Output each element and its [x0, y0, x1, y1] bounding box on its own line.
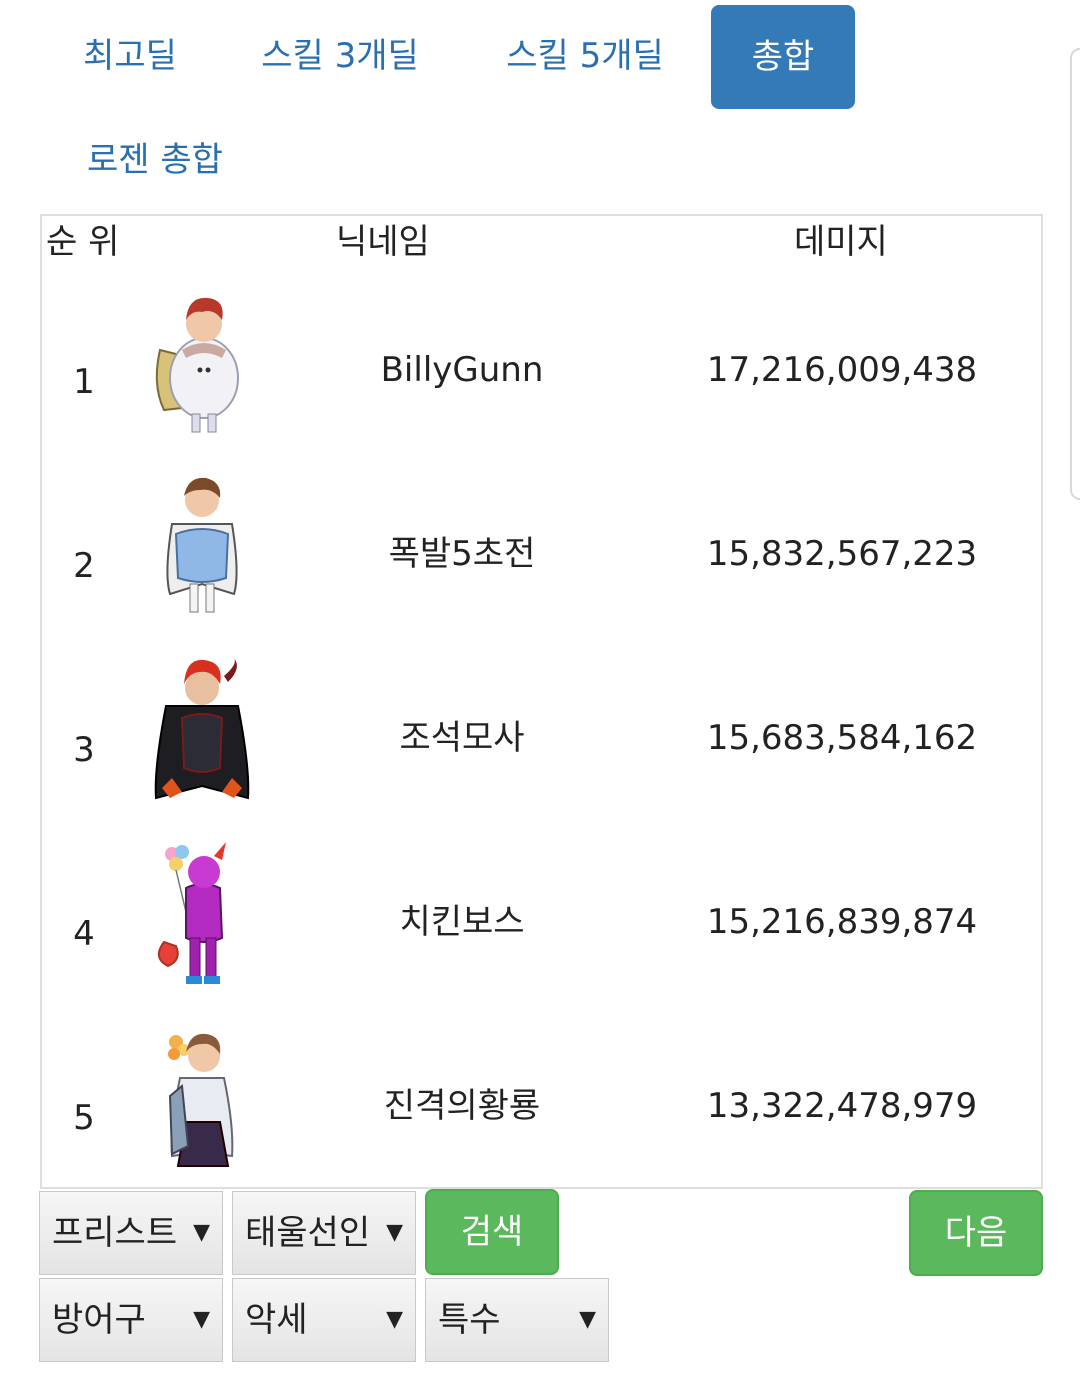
chevron-down-icon: ▼ [193, 1220, 210, 1245]
armor-select[interactable]: 방어구 ▼ [39, 1278, 223, 1362]
rank-cell: 5 [73, 1098, 95, 1138]
accessory-select-value: 악세 [245, 1300, 308, 1340]
nickname-cell: 치킨보스 [399, 902, 525, 942]
nickname-cell: 폭발5초전 [388, 534, 536, 574]
class-select[interactable]: 프리스트 ▼ [39, 1191, 223, 1275]
chevron-down-icon: ▼ [193, 1307, 210, 1332]
nickname-cell: 진격의황룡 [383, 1086, 541, 1126]
build-select-value: 태울선인 [245, 1213, 371, 1253]
header-rank: 순 위 [46, 222, 120, 262]
header-damage: 데미지 [794, 222, 888, 262]
tab-total[interactable]: 총합 [711, 5, 855, 109]
table-row: 5 진격의황룡 13,322,478,979 [42, 1026, 1041, 1210]
special-select[interactable]: 특수 ▼ [425, 1278, 609, 1362]
character-avatar-icon [155, 297, 239, 433]
damage-cell: 13,322,478,979 [706, 1086, 978, 1126]
armor-select-value: 방어구 [52, 1300, 146, 1340]
rank-cell: 4 [73, 914, 95, 954]
table-row: 3 조석모사 15,683,584,162 [42, 658, 1041, 842]
tab-best-deal[interactable]: 최고딜 [60, 4, 200, 108]
table-row: 4 치킨보스 15,216,839,874 [42, 842, 1041, 1026]
damage-cell: 15,683,584,162 [706, 718, 978, 758]
tab-skill-3-deal[interactable]: 스킬 3개딜 [240, 4, 440, 108]
nickname-cell: BillyGunn [380, 350, 544, 390]
character-avatar-icon [166, 477, 238, 613]
header-nickname: 닉네임 [336, 222, 430, 262]
damage-cell: 15,216,839,874 [706, 902, 978, 942]
damage-cell: 17,216,009,438 [706, 350, 978, 390]
build-select[interactable]: 태울선인 ▼ [232, 1191, 416, 1275]
rank-cell: 1 [73, 362, 95, 402]
accessory-select[interactable]: 악세 ▼ [232, 1278, 416, 1362]
chevron-down-icon: ▼ [386, 1307, 403, 1332]
special-select-value: 특수 [438, 1300, 501, 1340]
next-button[interactable]: 다음 [909, 1190, 1043, 1276]
chevron-down-icon: ▼ [386, 1220, 403, 1245]
nickname-cell: 조석모사 [399, 718, 525, 758]
search-button[interactable]: 검색 [425, 1189, 559, 1275]
character-avatar-icon [154, 658, 250, 800]
table-row: 2 폭발5초전 15,832,567,223 [42, 474, 1041, 658]
damage-cell: 15,832,567,223 [706, 534, 978, 574]
tab-rosen-total[interactable]: 로젠 총합 [70, 108, 240, 212]
class-select-value: 프리스트 [52, 1213, 178, 1253]
rank-cell: 3 [73, 730, 95, 770]
scrollbar[interactable] [1070, 48, 1080, 500]
rank-cell: 2 [73, 546, 95, 586]
table-row: 1 BillyGunn 17,216,009,438 [42, 290, 1041, 474]
character-avatar-icon [168, 1033, 234, 1167]
character-avatar-icon [157, 842, 226, 984]
chevron-down-icon: ▼ [579, 1307, 596, 1332]
tab-skill-5-deal[interactable]: 스킬 5개딜 [485, 4, 685, 108]
